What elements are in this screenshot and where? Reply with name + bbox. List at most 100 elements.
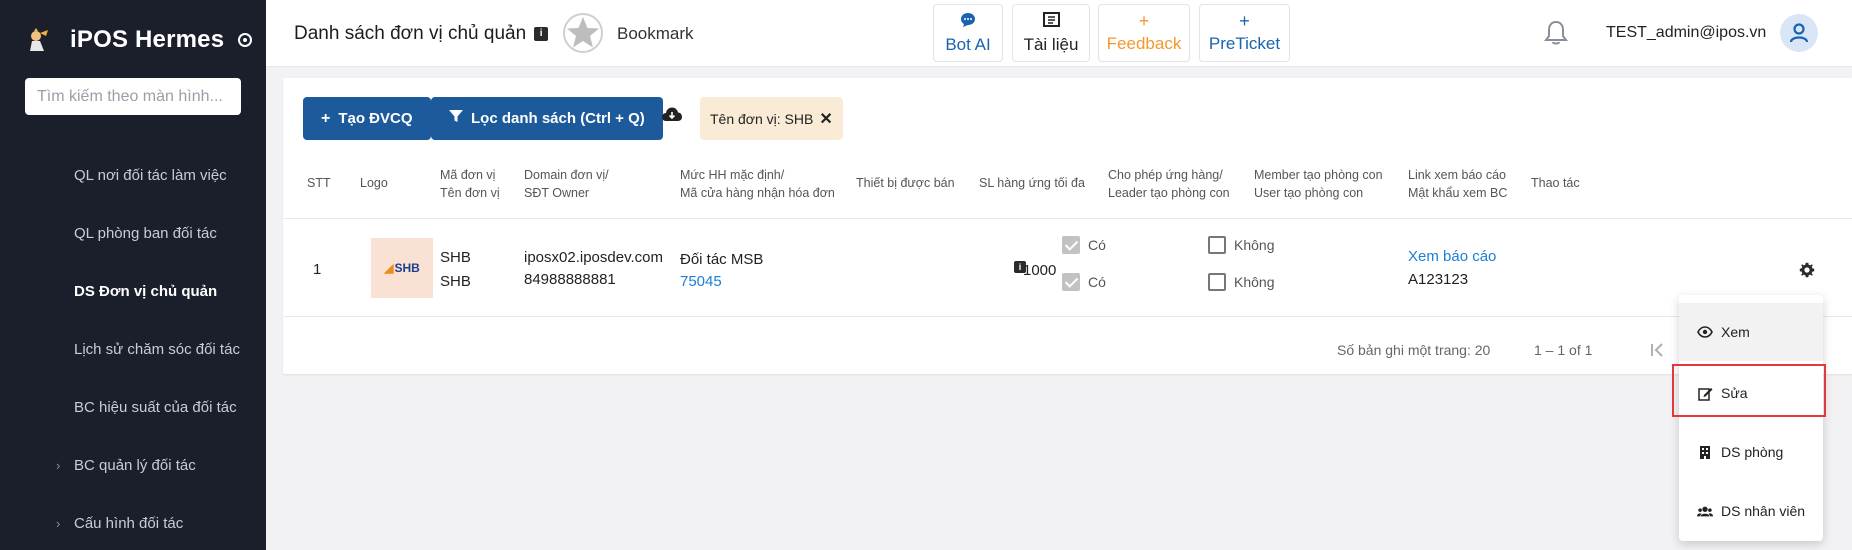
menu-item-label: DS nhân viên [1721,503,1806,519]
menu-item-label: DS phòng [1721,444,1784,460]
eye-icon [1697,324,1713,340]
sidebar: iPOS Hermes QL nơi đối tác làm việc QL p… [0,0,266,550]
main-card: + Tạo ĐVCQ Lọc danh sách (Ctrl + Q) Tên … [283,78,1852,374]
topbar: Danh sách đơn vị chủ quản i Bookmark Bot… [266,0,1852,67]
header-member: Member tạo phòng con User tạo phòng con [1254,168,1383,200]
user-email[interactable]: TEST_admin@ipos.vn [1606,24,1766,42]
cell-phone: 84988888881 [524,271,616,288]
sidebar-item-label: QL nơi đối tác làm việc [74,166,227,184]
cell-name: SHB [440,273,471,290]
users-icon [1697,503,1713,519]
sidebar-search-input[interactable] [25,78,241,115]
user-avatar-icon[interactable] [1780,14,1818,52]
range-label: 1 – 1 of 1 [1534,342,1593,358]
sidebar-item-ql-noi-doi-tac[interactable]: QL nơi đối tác làm việc [0,155,266,195]
filter-list-label: Lọc danh sách (Ctrl + Q) [471,110,645,127]
header-allow: Cho phép ứng hàng/ Leader tạo phòng con [1108,168,1230,200]
page-size-label[interactable]: Số bản ghi một trang: 20 [1337,342,1490,358]
tai-lieu-label: Tài liệu [1023,34,1079,54]
menu-item-rooms[interactable]: DS phòng [1679,423,1823,481]
filter-chip[interactable]: Tên đơn vị: SHB ✕ [700,97,843,140]
filter-chip-label: Tên đơn vị: SHB [710,110,814,127]
brand[interactable]: iPOS Hermes [26,22,253,58]
menu-item-staff[interactable]: DS nhân viên [1679,482,1823,540]
brand-logo-icon [26,27,52,53]
create-dvcq-button[interactable]: + Tạo ĐVCQ [303,97,431,140]
create-dvcq-label: Tạo ĐVCQ [338,110,413,127]
cell-max-qty: 1000 [1023,262,1057,279]
highlight-box [1672,364,1826,417]
feedback-button[interactable]: + Feedback [1098,4,1190,62]
sidebar-item-label: QL phòng ban đối tác [74,224,217,242]
chat-icon [960,12,976,31]
sidebar-item-label: Lịch sử chăm sóc đối tác [74,340,240,358]
gear-icon[interactable] [1799,262,1815,278]
sidebar-item-label: Cấu hình đối tác [74,514,184,532]
leader-room-checkbox[interactable] [1062,273,1080,291]
page-title: Danh sách đơn vị chủ quản i [294,23,549,45]
header-report: Link xem báo cáo Mật khẩu xem BC [1408,168,1508,200]
sidebar-item-bc-quan-ly[interactable]: › BC quản lý đối tác [0,445,266,485]
header-hh-store: Mức HH mặc định/ Mã cửa hàng nhận hóa đơ… [680,168,835,200]
sidebar-item-ql-phong-ban[interactable]: QL phòng ban đối tác [0,213,266,253]
first-page-icon[interactable] [1648,340,1668,360]
cell-domain: iposx02.iposdev.com [524,249,663,266]
header-code-name: Mã đơn vị Tên đơn vị [440,168,500,200]
row-actions-menu: Xem Sửa DS phòng DS nhân viên [1679,295,1823,541]
header-max-qty: SL hàng ứng tối đa [979,176,1085,190]
radio-dot-icon[interactable] [238,33,253,47]
page-title-text: Danh sách đơn vị chủ quản [294,23,527,44]
leader-room-label: Có [1088,274,1106,290]
header-domain-phone: Domain đơn vị/ SĐT Owner [524,168,609,200]
preticket-label: PreTicket [1208,34,1281,53]
chevron-right-icon: › [56,457,61,473]
report-password: A123123 [1408,271,1469,288]
cloud-download-icon[interactable] [661,106,683,124]
app-name: iPOS Hermes [70,26,225,53]
cell-stt: 1 [313,261,322,278]
menu-item-label: Xem [1721,324,1750,340]
header-device: Thiết bị được bán [856,176,955,190]
allow-advance-checkbox[interactable] [1062,236,1080,254]
member-room-checkbox[interactable] [1208,236,1226,254]
sidebar-item-label: DS Đơn vị chủ quản [74,282,218,300]
sidebar-item-ds-don-vi-chu-quan[interactable]: DS Đơn vị chủ quản [0,271,266,311]
book-icon [1042,11,1060,31]
header-actions: Thao tác [1531,176,1580,190]
bookmark-star-icon[interactable] [562,12,604,54]
plus-icon: + [1138,11,1150,31]
bot-ai-button[interactable]: Bot AI [933,4,1003,62]
bell-icon[interactable] [1544,20,1568,46]
preticket-button[interactable]: + PreTicket [1199,4,1290,62]
divider [283,218,1852,219]
report-link[interactable]: Xem báo cáo [1408,245,1496,269]
plus-icon: + [1239,11,1250,31]
sidebar-item-label: BC hiệu suất của đối tác [74,398,237,416]
user-room-checkbox[interactable] [1208,273,1226,291]
tai-lieu-button[interactable]: Tài liệu [1012,4,1090,62]
sidebar-item-lich-su-cham-soc[interactable]: Lịch sử chăm sóc đối tác [0,329,266,369]
close-icon[interactable]: ✕ [819,109,832,129]
bookmark-label[interactable]: Bookmark [617,24,694,44]
plus-icon: + [321,109,331,127]
bot-ai-label: Bot AI [945,34,991,54]
cell-hh-level: Đối tác MSB [680,251,764,268]
sidebar-item-cau-hinh[interactable]: › Cấu hình đối tác [0,503,266,543]
header-logo: Logo [360,176,388,190]
filter-icon [449,109,463,128]
member-room-label: Không [1234,237,1275,253]
user-room-label: Không [1234,274,1275,290]
feedback-label: Feedback [1106,34,1182,53]
cell-store-code-link[interactable]: 75045 [680,270,722,294]
info-icon[interactable]: i [534,27,549,41]
allow-advance-label: Có [1088,237,1106,253]
building-icon [1697,444,1713,460]
filter-list-button[interactable]: Lọc danh sách (Ctrl + Q) [431,97,663,140]
shb-logo-mark-icon: ◢ [384,261,394,275]
sidebar-item-bc-hieu-suat[interactable]: BC hiệu suất của đối tác [0,387,266,427]
divider [283,316,1852,317]
sidebar-item-label: BC quản lý đối tác [74,456,196,474]
chevron-right-icon: › [56,515,61,531]
menu-item-view[interactable]: Xem [1679,303,1823,361]
header-stt: STT [307,176,331,190]
